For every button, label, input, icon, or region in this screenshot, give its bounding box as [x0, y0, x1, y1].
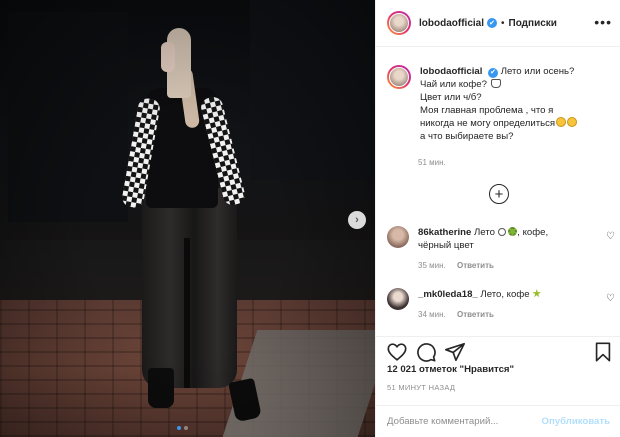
caption-line: никогда не могу определиться: [420, 118, 556, 129]
carousel-dots: [177, 426, 188, 430]
like-comment-heart-icon[interactable]: ♡: [606, 231, 615, 242]
caption-line-2: Чай или кофе?: [420, 78, 577, 91]
comment-text: 86katherine Лето , кофе, чёрный цвет 35 …: [418, 226, 598, 272]
like-comment-heart-icon[interactable]: ♡: [606, 293, 615, 304]
post-timestamp: 51 МИНУТ НАЗАД: [387, 383, 456, 392]
coffee-cup-emoji-icon: [490, 79, 501, 88]
comment-meta: 35 мин. Ответить: [418, 259, 598, 272]
comment-body: Лето, кофе: [480, 289, 530, 300]
comment-input[interactable]: Добавьте комментарий...: [387, 416, 541, 427]
post-header: lobodaofficial ✔ • Подписки •••: [376, 0, 620, 47]
following-button[interactable]: Подписки: [509, 18, 557, 29]
smiling-emoji-icon: [567, 117, 578, 127]
grinning-emoji-icon: [556, 117, 567, 127]
comment-item: 86katherine Лето , кофе, чёрный цвет 35 …: [387, 226, 615, 272]
comments-area[interactable]: lobodaofficial ✔ Лето или осень? Чай или…: [376, 48, 620, 335]
header-username[interactable]: lobodaofficial: [419, 18, 484, 29]
sparkle-emoji-icon: [532, 289, 542, 298]
save-bookmark-icon[interactable]: [592, 341, 614, 363]
caption-line: а что выбираете вы?: [420, 131, 514, 142]
comment-time: 34 мин.: [418, 310, 446, 319]
load-more-comments-icon[interactable]: +: [489, 184, 509, 204]
caption-line: Цвет или ч/б?: [420, 92, 482, 103]
photo-vignette: [0, 0, 375, 437]
avatar[interactable]: [387, 288, 409, 310]
publish-button[interactable]: Опубликовать: [541, 416, 610, 427]
caption-username[interactable]: lobodaofficial: [420, 66, 482, 77]
add-comment-bar: Добавьте комментарий... Опубликовать: [376, 405, 620, 437]
header-separator: •: [501, 17, 505, 29]
comment-body: чёрный цвет: [418, 240, 474, 251]
comment-username[interactable]: _mk0leda18_: [418, 289, 478, 300]
post-caption: lobodaofficial ✔ Лето или осень? Чай или…: [387, 65, 612, 143]
avatar-image: [387, 226, 409, 248]
likes-count[interactable]: 12 021 отметок "Нравится": [387, 364, 514, 375]
comment-text: _mk0leda18_ Лето, кофе 34 мин. Ответить: [418, 288, 598, 321]
caption-line: Чай или кофе?: [420, 79, 487, 90]
comment-item: _mk0leda18_ Лето, кофе 34 мин. Ответить …: [387, 288, 615, 321]
avatar-image: [389, 13, 409, 33]
verified-badge-icon: ✔: [487, 18, 497, 28]
share-paper-plane-icon[interactable]: [444, 341, 466, 363]
comment-meta: 34 мин. Ответить: [418, 308, 598, 321]
more-options-icon[interactable]: •••: [594, 14, 612, 30]
avatar[interactable]: [387, 226, 409, 248]
avatar-image: [389, 67, 409, 87]
reply-button[interactable]: Ответить: [457, 310, 494, 319]
avatar[interactable]: [387, 65, 411, 89]
caption-line-5: никогда не могу определиться: [420, 117, 578, 130]
caption-line: Лето или осень?: [500, 66, 575, 77]
avatar[interactable]: [387, 11, 411, 35]
caption-time: 51 мин.: [418, 158, 446, 167]
comment-body: , кофе,: [517, 227, 549, 238]
post-modal: › lobodaofficial ✔ • Подписки ••• loboda…: [0, 0, 620, 437]
post-sidebar: lobodaofficial ✔ • Подписки ••• lobodaof…: [375, 0, 620, 437]
verified-badge-icon: ✔: [488, 67, 499, 78]
carousel-dot: [184, 426, 188, 430]
smile-emoji-icon: [497, 228, 506, 236]
caption-text: lobodaofficial ✔ Лето или осень? Чай или…: [420, 65, 578, 143]
like-heart-icon[interactable]: [386, 341, 408, 363]
comment-username[interactable]: 86katherine: [418, 227, 471, 238]
post-photo[interactable]: ›: [0, 0, 375, 437]
caption-line-1: lobodaofficial ✔ Лето или осень?: [420, 65, 577, 78]
next-photo-arrow-icon[interactable]: ›: [348, 211, 366, 229]
comment-body: Лето: [474, 227, 495, 238]
avatar-image: [387, 288, 409, 310]
carousel-dot: [177, 426, 181, 430]
reply-button[interactable]: Ответить: [457, 261, 494, 270]
flower-emoji-icon: [508, 227, 518, 236]
comment-time: 35 мин.: [418, 261, 446, 270]
comment-bubble-icon[interactable]: [415, 341, 437, 363]
caption-line: Моя главная проблема , что я: [420, 105, 554, 116]
